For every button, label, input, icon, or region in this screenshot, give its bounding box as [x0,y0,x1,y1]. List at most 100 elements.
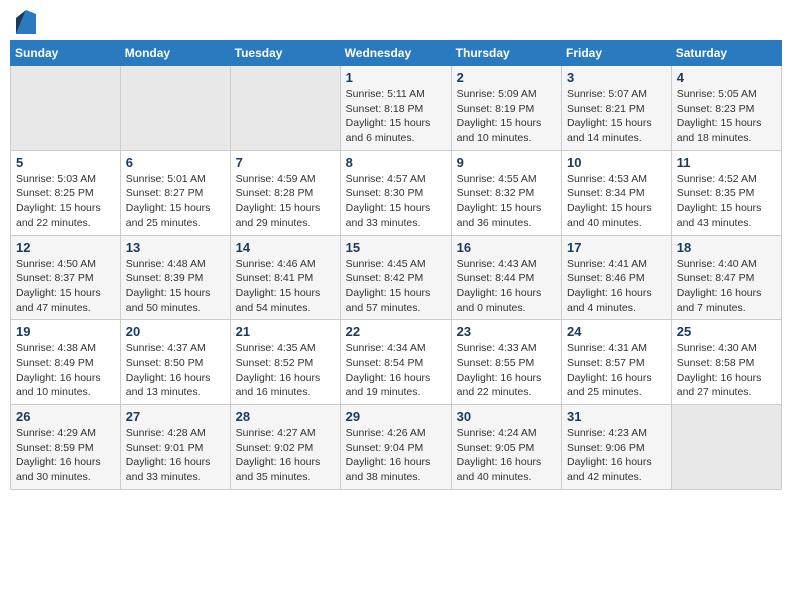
day-info: Sunrise: 4:52 AM Sunset: 8:35 PM Dayligh… [677,172,776,231]
calendar-cell: 8 Sunrise: 4:57 AM Sunset: 8:30 PM Daylig… [340,150,451,235]
calendar-week-row: 26Sunrise: 4:29 AM Sunset: 8:59 PM Dayli… [11,405,782,490]
day-number: 13 [126,240,225,255]
day-info: Sunrise: 4:55 AM Sunset: 8:32 PM Dayligh… [457,172,556,231]
day-info: Sunrise: 4:30 AM Sunset: 8:58 PM Dayligh… [677,341,776,400]
day-number: 25 [677,324,776,339]
calendar-cell: 14 Sunrise: 4:46 AM Sunset: 8:41 PM Dayli… [230,235,340,320]
day-info: Sunrise: 4:33 AM Sunset: 8:55 PM Dayligh… [457,341,556,400]
calendar-week-row: 5 Sunrise: 5:03 AM Sunset: 8:25 PM Daylig… [11,150,782,235]
calendar-table: SundayMondayTuesdayWednesdayThursdayFrid… [10,40,782,490]
day-number: 8 [346,155,446,170]
calendar-cell: 5 Sunrise: 5:03 AM Sunset: 8:25 PM Daylig… [11,150,121,235]
day-number: 31 [567,409,666,424]
day-number: 19 [16,324,115,339]
day-number: 24 [567,324,666,339]
calendar-cell: 16 Sunrise: 4:43 AM Sunset: 8:44 PM Dayli… [451,235,561,320]
day-number: 28 [236,409,335,424]
day-info: Sunrise: 4:48 AM Sunset: 8:39 PM Dayligh… [126,257,225,316]
calendar-cell: 31Sunrise: 4:23 AM Sunset: 9:06 PM Dayli… [562,405,672,490]
weekday-header-sunday: Sunday [11,41,121,66]
logo [14,10,38,34]
weekday-header-friday: Friday [562,41,672,66]
day-number: 27 [126,409,225,424]
day-info: Sunrise: 4:38 AM Sunset: 8:49 PM Dayligh… [16,341,115,400]
day-info: Sunrise: 4:57 AM Sunset: 8:30 PM Dayligh… [346,172,446,231]
day-info: Sunrise: 5:07 AM Sunset: 8:21 PM Dayligh… [567,87,666,146]
calendar-cell: 25 Sunrise: 4:30 AM Sunset: 8:58 PM Dayli… [671,320,781,405]
day-number: 11 [677,155,776,170]
calendar-cell: 15 Sunrise: 4:45 AM Sunset: 8:42 PM Dayli… [340,235,451,320]
day-info: Sunrise: 4:43 AM Sunset: 8:44 PM Dayligh… [457,257,556,316]
day-number: 22 [346,324,446,339]
calendar-cell [120,66,230,151]
day-number: 3 [567,70,666,85]
day-info: Sunrise: 4:24 AM Sunset: 9:05 PM Dayligh… [457,426,556,485]
weekday-header-thursday: Thursday [451,41,561,66]
calendar-cell: 12 Sunrise: 4:50 AM Sunset: 8:37 PM Dayli… [11,235,121,320]
calendar-cell: 9 Sunrise: 4:55 AM Sunset: 8:32 PM Daylig… [451,150,561,235]
day-info: Sunrise: 4:31 AM Sunset: 8:57 PM Dayligh… [567,341,666,400]
logo-icon [16,10,36,34]
day-info: Sunrise: 4:35 AM Sunset: 8:52 PM Dayligh… [236,341,335,400]
page-header [10,10,782,34]
calendar-cell: 6 Sunrise: 5:01 AM Sunset: 8:27 PM Daylig… [120,150,230,235]
calendar-cell [671,405,781,490]
day-number: 2 [457,70,556,85]
calendar-cell: 17 Sunrise: 4:41 AM Sunset: 8:46 PM Dayli… [562,235,672,320]
calendar-cell: 20Sunrise: 4:37 AM Sunset: 8:50 PM Dayli… [120,320,230,405]
calendar-cell: 10 Sunrise: 4:53 AM Sunset: 8:34 PM Dayli… [562,150,672,235]
day-number: 12 [16,240,115,255]
day-number: 29 [346,409,446,424]
day-info: Sunrise: 5:01 AM Sunset: 8:27 PM Dayligh… [126,172,225,231]
day-number: 1 [346,70,446,85]
day-number: 6 [126,155,225,170]
day-number: 10 [567,155,666,170]
day-info: Sunrise: 4:46 AM Sunset: 8:41 PM Dayligh… [236,257,335,316]
calendar-cell [230,66,340,151]
day-number: 4 [677,70,776,85]
day-number: 14 [236,240,335,255]
day-info: Sunrise: 5:11 AM Sunset: 8:18 PM Dayligh… [346,87,446,146]
calendar-week-row: 12 Sunrise: 4:50 AM Sunset: 8:37 PM Dayli… [11,235,782,320]
day-number: 23 [457,324,556,339]
calendar-cell: 22 Sunrise: 4:34 AM Sunset: 8:54 PM Dayli… [340,320,451,405]
day-number: 9 [457,155,556,170]
day-number: 17 [567,240,666,255]
calendar-cell: 24 Sunrise: 4:31 AM Sunset: 8:57 PM Dayli… [562,320,672,405]
calendar-cell: 13 Sunrise: 4:48 AM Sunset: 8:39 PM Dayli… [120,235,230,320]
day-info: Sunrise: 4:59 AM Sunset: 8:28 PM Dayligh… [236,172,335,231]
day-info: Sunrise: 4:41 AM Sunset: 8:46 PM Dayligh… [567,257,666,316]
day-info: Sunrise: 5:05 AM Sunset: 8:23 PM Dayligh… [677,87,776,146]
calendar-week-row: 1 Sunrise: 5:11 AM Sunset: 8:18 PM Daylig… [11,66,782,151]
day-number: 16 [457,240,556,255]
calendar-cell: 18Sunrise: 4:40 AM Sunset: 8:47 PM Dayli… [671,235,781,320]
calendar-cell: 11 Sunrise: 4:52 AM Sunset: 8:35 PM Dayli… [671,150,781,235]
day-number: 7 [236,155,335,170]
day-info: Sunrise: 4:50 AM Sunset: 8:37 PM Dayligh… [16,257,115,316]
calendar-cell: 7 Sunrise: 4:59 AM Sunset: 8:28 PM Daylig… [230,150,340,235]
day-info: Sunrise: 4:45 AM Sunset: 8:42 PM Dayligh… [346,257,446,316]
calendar-cell: 27Sunrise: 4:28 AM Sunset: 9:01 PM Dayli… [120,405,230,490]
calendar-cell: 19 Sunrise: 4:38 AM Sunset: 8:49 PM Dayli… [11,320,121,405]
calendar-week-row: 19 Sunrise: 4:38 AM Sunset: 8:49 PM Dayli… [11,320,782,405]
day-number: 5 [16,155,115,170]
calendar-cell: 23 Sunrise: 4:33 AM Sunset: 8:55 PM Dayli… [451,320,561,405]
day-info: Sunrise: 4:34 AM Sunset: 8:54 PM Dayligh… [346,341,446,400]
calendar-cell: 30 Sunrise: 4:24 AM Sunset: 9:05 PM Dayli… [451,405,561,490]
calendar-cell: 1 Sunrise: 5:11 AM Sunset: 8:18 PM Daylig… [340,66,451,151]
calendar-cell: 26Sunrise: 4:29 AM Sunset: 8:59 PM Dayli… [11,405,121,490]
day-info: Sunrise: 4:26 AM Sunset: 9:04 PM Dayligh… [346,426,446,485]
calendar-cell: 28 Sunrise: 4:27 AM Sunset: 9:02 PM Dayli… [230,405,340,490]
day-number: 21 [236,324,335,339]
weekday-header-monday: Monday [120,41,230,66]
day-info: Sunrise: 4:29 AM Sunset: 8:59 PM Dayligh… [16,426,115,485]
weekday-header-row: SundayMondayTuesdayWednesdayThursdayFrid… [11,41,782,66]
day-number: 30 [457,409,556,424]
day-info: Sunrise: 4:53 AM Sunset: 8:34 PM Dayligh… [567,172,666,231]
day-info: Sunrise: 4:27 AM Sunset: 9:02 PM Dayligh… [236,426,335,485]
day-number: 15 [346,240,446,255]
weekday-header-wednesday: Wednesday [340,41,451,66]
day-info: Sunrise: 5:03 AM Sunset: 8:25 PM Dayligh… [16,172,115,231]
day-info: Sunrise: 5:09 AM Sunset: 8:19 PM Dayligh… [457,87,556,146]
weekday-header-saturday: Saturday [671,41,781,66]
